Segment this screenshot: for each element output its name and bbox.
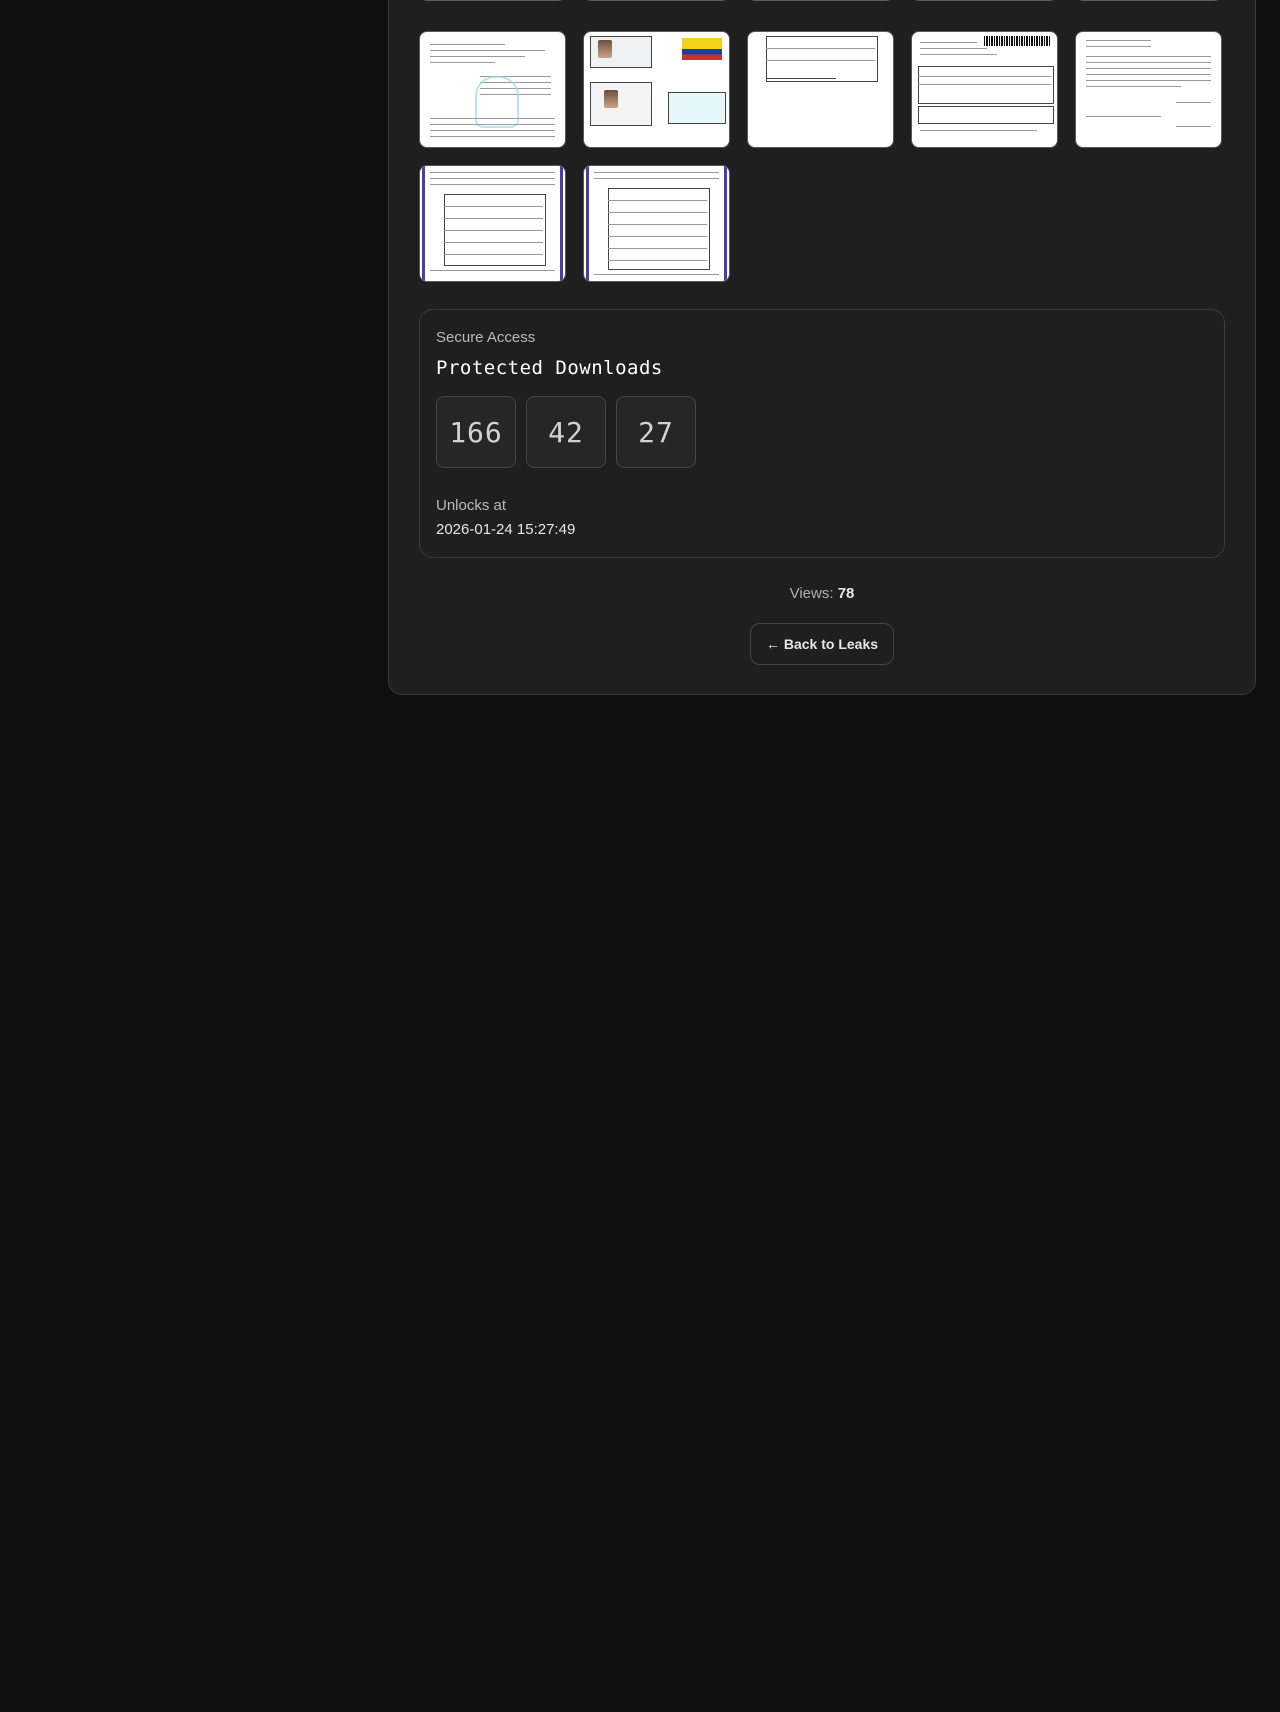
unlocks-at-value: 2026-01-24 15:27:49	[436, 521, 576, 538]
secure-access-label: Secure Access	[436, 329, 536, 346]
protected-downloads-title: Protected Downloads	[436, 357, 663, 379]
document-thumbnail-record[interactable]	[419, 165, 566, 282]
document-thumbnail-letter[interactable]	[1075, 0, 1222, 1]
document-thumbnail-receipt[interactable]	[419, 31, 566, 148]
document-thumbnail-blank[interactable]	[911, 0, 1058, 1]
document-thumbnail-record-2[interactable]	[583, 165, 730, 282]
document-thumbnail-table[interactable]	[747, 31, 894, 148]
views-label: Views:	[789, 585, 838, 602]
document-thumbnail-typed-letter[interactable]	[1075, 31, 1222, 148]
document-thumbnail-id-mrz[interactable]	[583, 0, 730, 1]
document-thumbnail-form[interactable]	[747, 0, 894, 1]
secure-access-card: Secure Access Protected Downloads 166 42…	[419, 309, 1225, 558]
document-thumbnail-id-cards[interactable]	[583, 31, 730, 148]
document-thumbnail-invoice[interactable]	[911, 31, 1058, 148]
countdown-minutes: 27	[616, 396, 696, 468]
views-counter: Views: 78	[419, 585, 1225, 602]
countdown-hours: 42	[526, 396, 606, 468]
back-to-leaks-button[interactable]: ← Back to Leaks	[750, 623, 894, 665]
views-count: 78	[837, 585, 855, 602]
countdown-days: 166	[436, 396, 516, 468]
unlocks-at-label: Unlocks at	[436, 497, 507, 514]
document-thumbnail-ticket[interactable]	[419, 0, 566, 1]
